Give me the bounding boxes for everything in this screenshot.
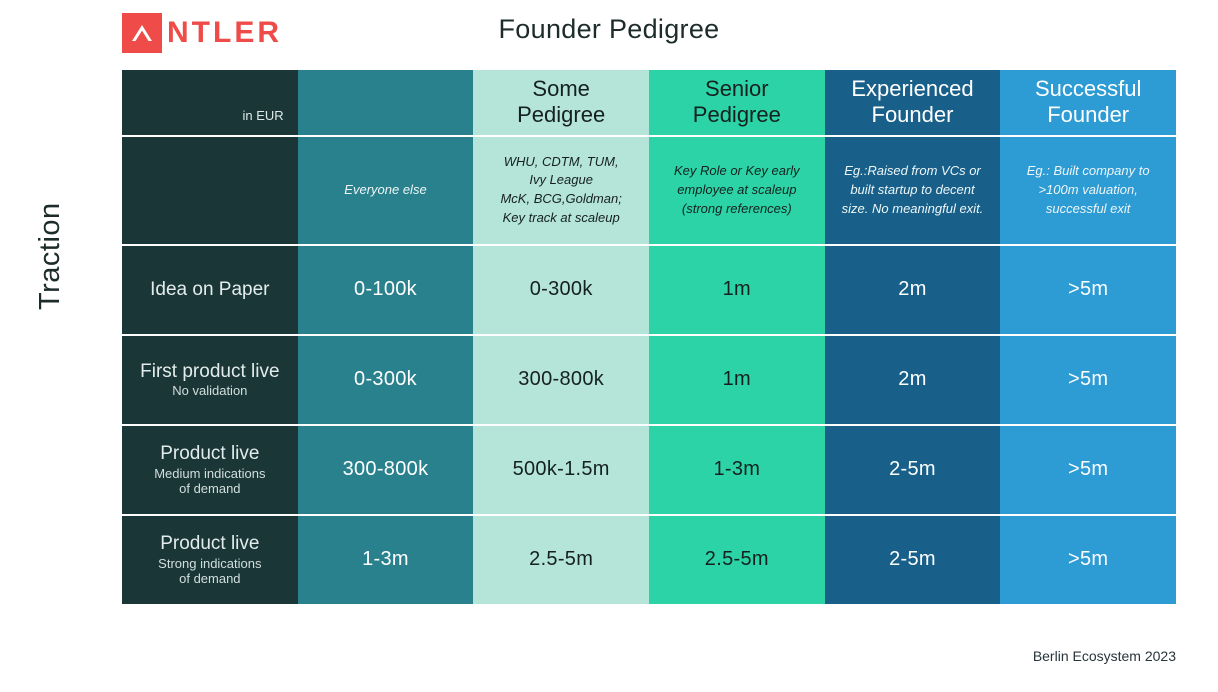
table-cell: 500k-1.5m — [473, 425, 649, 514]
row-label-sub: Medium indications of demand — [154, 465, 266, 497]
row-label-main: Product live — [160, 443, 260, 465]
table-cell: 2-5m — [824, 515, 1001, 604]
description-everyone-else: Everyone else — [297, 136, 474, 244]
description-experienced-founder: Eg.:Raised from VCs or built startup to … — [824, 136, 1001, 244]
matrix-corner-cell: in EUR — [122, 70, 298, 135]
column-header-everyone-else — [297, 70, 474, 135]
table-cell: 2.5-5m — [473, 515, 649, 604]
column-header-label: Successful Founder — [1034, 76, 1142, 128]
table-cell: 2m — [824, 245, 1001, 334]
page-title: Founder Pedigree — [498, 14, 720, 44]
column-header-successful-founder: Successful Founder — [1000, 70, 1176, 135]
slide-header: NTLER Founder Pedigree — [0, 0, 1218, 70]
row-label-sub: No validation — [172, 383, 248, 399]
table-cell: >5m — [1000, 425, 1176, 514]
row-header-first-product-live: First product live No validation — [122, 335, 298, 424]
table-cell: 300-800k — [297, 425, 474, 514]
column-header-experienced-founder: Experienced Founder — [824, 70, 1001, 135]
row-header-product-live-medium: Product live Medium indications of deman… — [122, 425, 298, 514]
table-cell: >5m — [1000, 245, 1176, 334]
table-cell: 0-300k — [297, 335, 474, 424]
table-cell: 0-300k — [473, 245, 649, 334]
column-header-label: Experienced Founder — [851, 76, 974, 128]
row-label-main: Product live — [160, 533, 260, 555]
row-label-main: Idea on Paper — [150, 279, 270, 301]
table-cell: 2m — [824, 335, 1001, 424]
column-header-label: Senior Pedigree — [692, 76, 781, 128]
table-cell: 300-800k — [473, 335, 649, 424]
row-header-idea-on-paper: Idea on Paper — [122, 245, 298, 334]
traction-axis-label: Traction — [34, 202, 66, 310]
table-cell: 2.5-5m — [649, 515, 825, 604]
column-header-some-pedigree: Some Pedigree — [473, 70, 649, 135]
currency-note: in EUR — [242, 107, 284, 123]
source-note: Berlin Ecosystem 2023 — [1032, 648, 1176, 664]
description-senior-pedigree: Key Role or Key early employee at scaleu… — [649, 136, 825, 244]
table-cell: 1m — [649, 335, 825, 424]
table-cell: 2-5m — [824, 425, 1001, 514]
table-cell: 1-3m — [649, 425, 825, 514]
description-successful-founder: Eg.: Built company to >100m valuation, s… — [1000, 136, 1176, 244]
column-header-senior-pedigree: Senior Pedigree — [649, 70, 825, 135]
table-cell: 1m — [649, 245, 825, 334]
row-label-sub: Strong indications of demand — [158, 555, 262, 587]
description-cell-empty — [122, 136, 298, 244]
table-cell: >5m — [1000, 515, 1176, 604]
description-some-pedigree: WHU, CDTM, TUM, Ivy League McK, BCG,Gold… — [473, 136, 649, 244]
row-label-main: First product live — [140, 361, 280, 383]
column-header-label: Some Pedigree — [517, 76, 606, 128]
table-cell: 0-100k — [297, 245, 474, 334]
table-cell: >5m — [1000, 335, 1176, 424]
table-cell: 1-3m — [297, 515, 474, 604]
founder-pedigree-matrix: in EUR Some Pedigree Senior Pedigree Exp… — [122, 70, 1176, 604]
row-header-product-live-strong: Product live Strong indications of deman… — [122, 515, 298, 604]
